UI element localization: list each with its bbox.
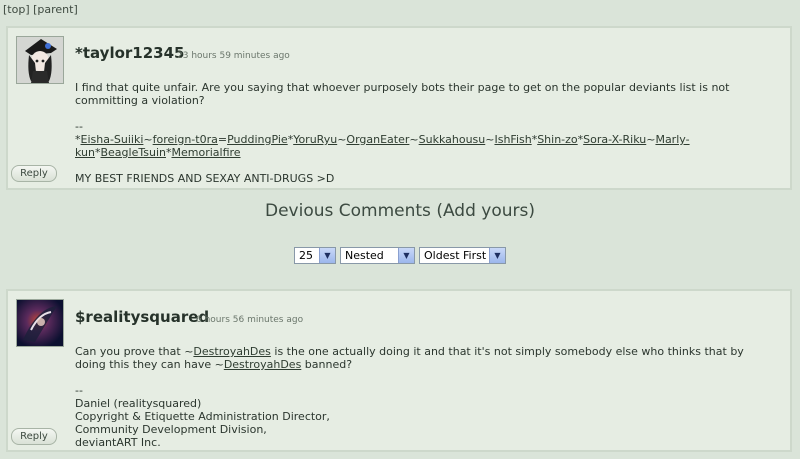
comment-realitysquared: $realitysquared 6 hours 56 minutes ago C… [6, 289, 792, 452]
signature-line: deviantART Inc. [75, 436, 161, 449]
signature-separator: -- [75, 384, 83, 397]
signature-line: Copyright & Etiquette Administration Dir… [75, 410, 330, 423]
signature-user-link[interactable]: foreign-t0ra [153, 133, 218, 146]
comment-view-controls: 25 ▼ Nested ▼ Oldest First ▼ [0, 247, 800, 264]
signature-user-link[interactable]: PuddingPie [227, 133, 288, 146]
signature-line: Community Development Division, [75, 423, 267, 436]
comment-timestamp[interactable]: 23 hours 59 minutes ago [177, 51, 290, 61]
comment-author[interactable]: $realitysquared [75, 308, 209, 326]
chevron-down-icon: ▼ [319, 248, 335, 263]
signature-user-link[interactable]: BeagleTsuin [100, 146, 166, 159]
add-comment-link[interactable]: Add yours [443, 201, 528, 221]
top-link[interactable]: [top] [3, 3, 30, 16]
top-navigation: [top] [parent] [3, 3, 78, 16]
comment-taylor12345: *taylor12345 23 hours 59 minutes ago I f… [6, 26, 792, 190]
section-title: Devious Comments [264, 201, 431, 221]
comment-author[interactable]: *taylor12345 [75, 44, 184, 62]
signature-line: Daniel (realitysquared) [75, 397, 202, 410]
signature-separator: -- [75, 120, 83, 133]
avatar[interactable] [16, 299, 64, 347]
section-heading: Devious Comments (Add yours) [264, 201, 535, 221]
signature-separator-char: ~ [143, 133, 153, 146]
signature-user-link[interactable]: YoruRyu [293, 133, 337, 146]
parent-link[interactable]: [parent] [33, 3, 78, 16]
comment-mode-select[interactable]: Nested ▼ [340, 247, 415, 264]
chevron-down-icon: ▼ [398, 248, 414, 263]
signature-user-link[interactable]: OrganEater [346, 133, 409, 146]
comment-body: Can you prove that ~DestroyahDes is the … [75, 345, 776, 449]
avatar[interactable] [16, 36, 64, 84]
chevron-down-icon: ▼ [489, 248, 505, 263]
signature-user-link[interactable]: Sukkahousu [419, 133, 486, 146]
comment-order-select[interactable]: Oldest First ▼ [419, 247, 506, 264]
comment-count-select[interactable]: 25 ▼ [294, 247, 336, 264]
comment-text: Can you prove that ~DestroyahDes is the … [75, 345, 744, 371]
reply-button[interactable]: Reply [11, 165, 57, 182]
signature-user-link[interactable]: Shin-zo [537, 133, 577, 146]
comment-body: I find that quite unfair. Are you saying… [75, 81, 776, 185]
user-link-destroyahdes[interactable]: DestroyahDes [193, 345, 270, 358]
signature-tagline: MY BEST FRIENDS AND SEXAY ANTI-DRUGS >D [75, 172, 335, 185]
signature-separator-char: ~ [409, 133, 419, 146]
comment-timestamp[interactable]: 6 hours 56 minutes ago [196, 315, 303, 325]
signature-user-link[interactable]: Memorialfire [171, 146, 240, 159]
reply-button[interactable]: Reply [11, 428, 57, 445]
signature-links: *Eisha-Suiiki~foreign-t0ra=PuddingPie*Yo… [75, 133, 776, 159]
signature-user-link[interactable]: Sora-X-Riku [583, 133, 646, 146]
comment-text: I find that quite unfair. Are you saying… [75, 81, 730, 107]
user-link-destroyahdes[interactable]: DestroyahDes [224, 358, 301, 371]
signature-user-link[interactable]: IshFish [494, 133, 531, 146]
signature-separator-char: = [217, 133, 228, 146]
signature-user-link[interactable]: Eisha-Suiiki [81, 133, 144, 146]
